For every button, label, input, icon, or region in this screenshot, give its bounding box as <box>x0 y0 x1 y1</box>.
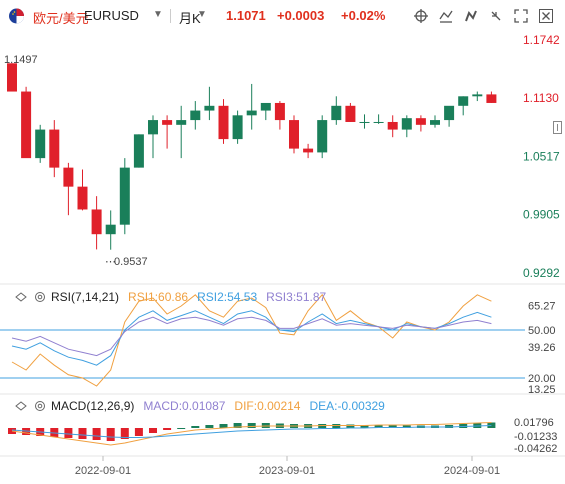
candle-body <box>472 94 483 97</box>
candle-body <box>49 129 60 168</box>
macd-bar <box>177 428 186 429</box>
macd-bar <box>205 425 214 428</box>
candle-body <box>401 118 412 130</box>
high-marker: 1.1497 <box>4 54 38 66</box>
candle-body <box>373 121 384 123</box>
macd-histogram <box>8 422 496 441</box>
rsi-tick-label: 50.00 <box>528 325 556 337</box>
macd-value: MACD:0.01087 <box>143 399 226 413</box>
rsi2-value: RSI2:54.53 <box>197 290 258 304</box>
low-marker-leader: ⋯ <box>105 256 116 268</box>
candle-body <box>91 209 102 235</box>
time-tick-label: 2022-09-01 <box>75 465 131 477</box>
candle-body <box>289 120 299 149</box>
price-tick-label: 0.9905 <box>523 208 560 222</box>
rsi3-value: RSI3:51.87 <box>266 290 327 304</box>
rsi3-line <box>11 316 492 357</box>
dif-value: DIF:0.00214 <box>234 399 301 413</box>
macd-bar <box>149 428 157 433</box>
candle-body <box>458 96 469 106</box>
candle-body <box>232 115 243 140</box>
candle-body <box>359 121 370 123</box>
candle-body <box>274 102 285 121</box>
price-tick-label: 1.1130 <box>523 91 559 105</box>
candles <box>7 63 497 250</box>
collapse-icon[interactable] <box>553 121 563 135</box>
macd-axis: 0.01796 -0.01233-0.04262 <box>514 417 557 455</box>
candle-body <box>246 110 257 116</box>
rsi2-line <box>11 310 492 366</box>
candle-body <box>63 167 74 187</box>
indicator-settings-icon[interactable] <box>34 400 46 412</box>
candle-body <box>331 105 342 121</box>
macd-label[interactable]: MACD(12,26,9) <box>51 399 134 413</box>
time-tick-label: 2023-09-01 <box>259 465 315 477</box>
visibility-icon[interactable] <box>15 400 27 412</box>
candle-body <box>218 105 229 140</box>
price-tick-label: 1.1742 <box>523 33 560 47</box>
indicator-settings-icon[interactable] <box>34 291 46 303</box>
visibility-icon[interactable] <box>15 291 27 303</box>
candle-body <box>133 134 144 168</box>
candle-body <box>415 118 426 125</box>
candle-body <box>190 110 201 121</box>
time-axis: 2022-09-01 2023-09-01 2024-09-01 <box>75 456 500 477</box>
macd-tick-label: -0.04262 <box>514 443 557 455</box>
candle-body <box>162 120 173 125</box>
candle-body <box>345 105 356 122</box>
macd-bar <box>78 428 87 439</box>
rsi1-value: RSI1:60.86 <box>128 290 189 304</box>
candle-body <box>35 129 46 159</box>
candle-body <box>21 91 32 159</box>
candle-body <box>444 105 455 121</box>
dea-value: DEA:-0.00329 <box>309 399 385 413</box>
candle-body <box>7 63 17 92</box>
rsi-label[interactable]: RSI(7,14,21) <box>51 290 119 304</box>
macd-bar <box>247 423 256 428</box>
rsi-axis: 65.2750.0039.2620.0013.25 <box>528 301 556 396</box>
price-axis: 1.1742 1.1130 1.0517 0.9905 0.9292 <box>523 33 560 280</box>
candle-body <box>176 120 187 125</box>
candle-body <box>77 186 88 210</box>
rsi-tick-label: 39.26 <box>528 342 556 354</box>
rsi-header: RSI(7,14,21) RSI1:60.86 RSI2:54.53 RSI3:… <box>0 288 326 306</box>
macd-header: MACD(12,26,9) MACD:0.01087 DIF:0.00214 D… <box>0 397 385 415</box>
macd-bar <box>134 428 143 436</box>
macd-bar <box>92 428 101 440</box>
candle-body <box>387 121 398 130</box>
candle-body <box>105 224 116 235</box>
candle-body <box>204 105 215 111</box>
macd-bar <box>64 428 73 438</box>
rsi-tick-label: 13.25 <box>528 384 556 396</box>
macd-bar <box>106 428 115 441</box>
time-tick-label: 2024-09-01 <box>444 465 500 477</box>
low-marker: 0.9537 <box>114 256 148 268</box>
rsi1-line <box>11 293 492 387</box>
macd-bar <box>163 428 172 430</box>
price-tick-label: 1.0517 <box>523 150 560 164</box>
macd-tick-label: 0.01796 <box>514 417 554 429</box>
candle-body <box>317 120 328 153</box>
candle-body <box>260 102 271 111</box>
candle-body <box>119 167 130 225</box>
candle-body <box>430 120 440 125</box>
candle-body <box>303 148 314 153</box>
rsi-tick-label: 65.27 <box>528 301 556 313</box>
macd-tick-label: -0.01233 <box>514 431 557 443</box>
candle-body <box>148 120 158 135</box>
price-tick-label: 0.9292 <box>523 266 560 280</box>
macd-bar <box>191 426 200 428</box>
candle-body <box>486 94 497 103</box>
